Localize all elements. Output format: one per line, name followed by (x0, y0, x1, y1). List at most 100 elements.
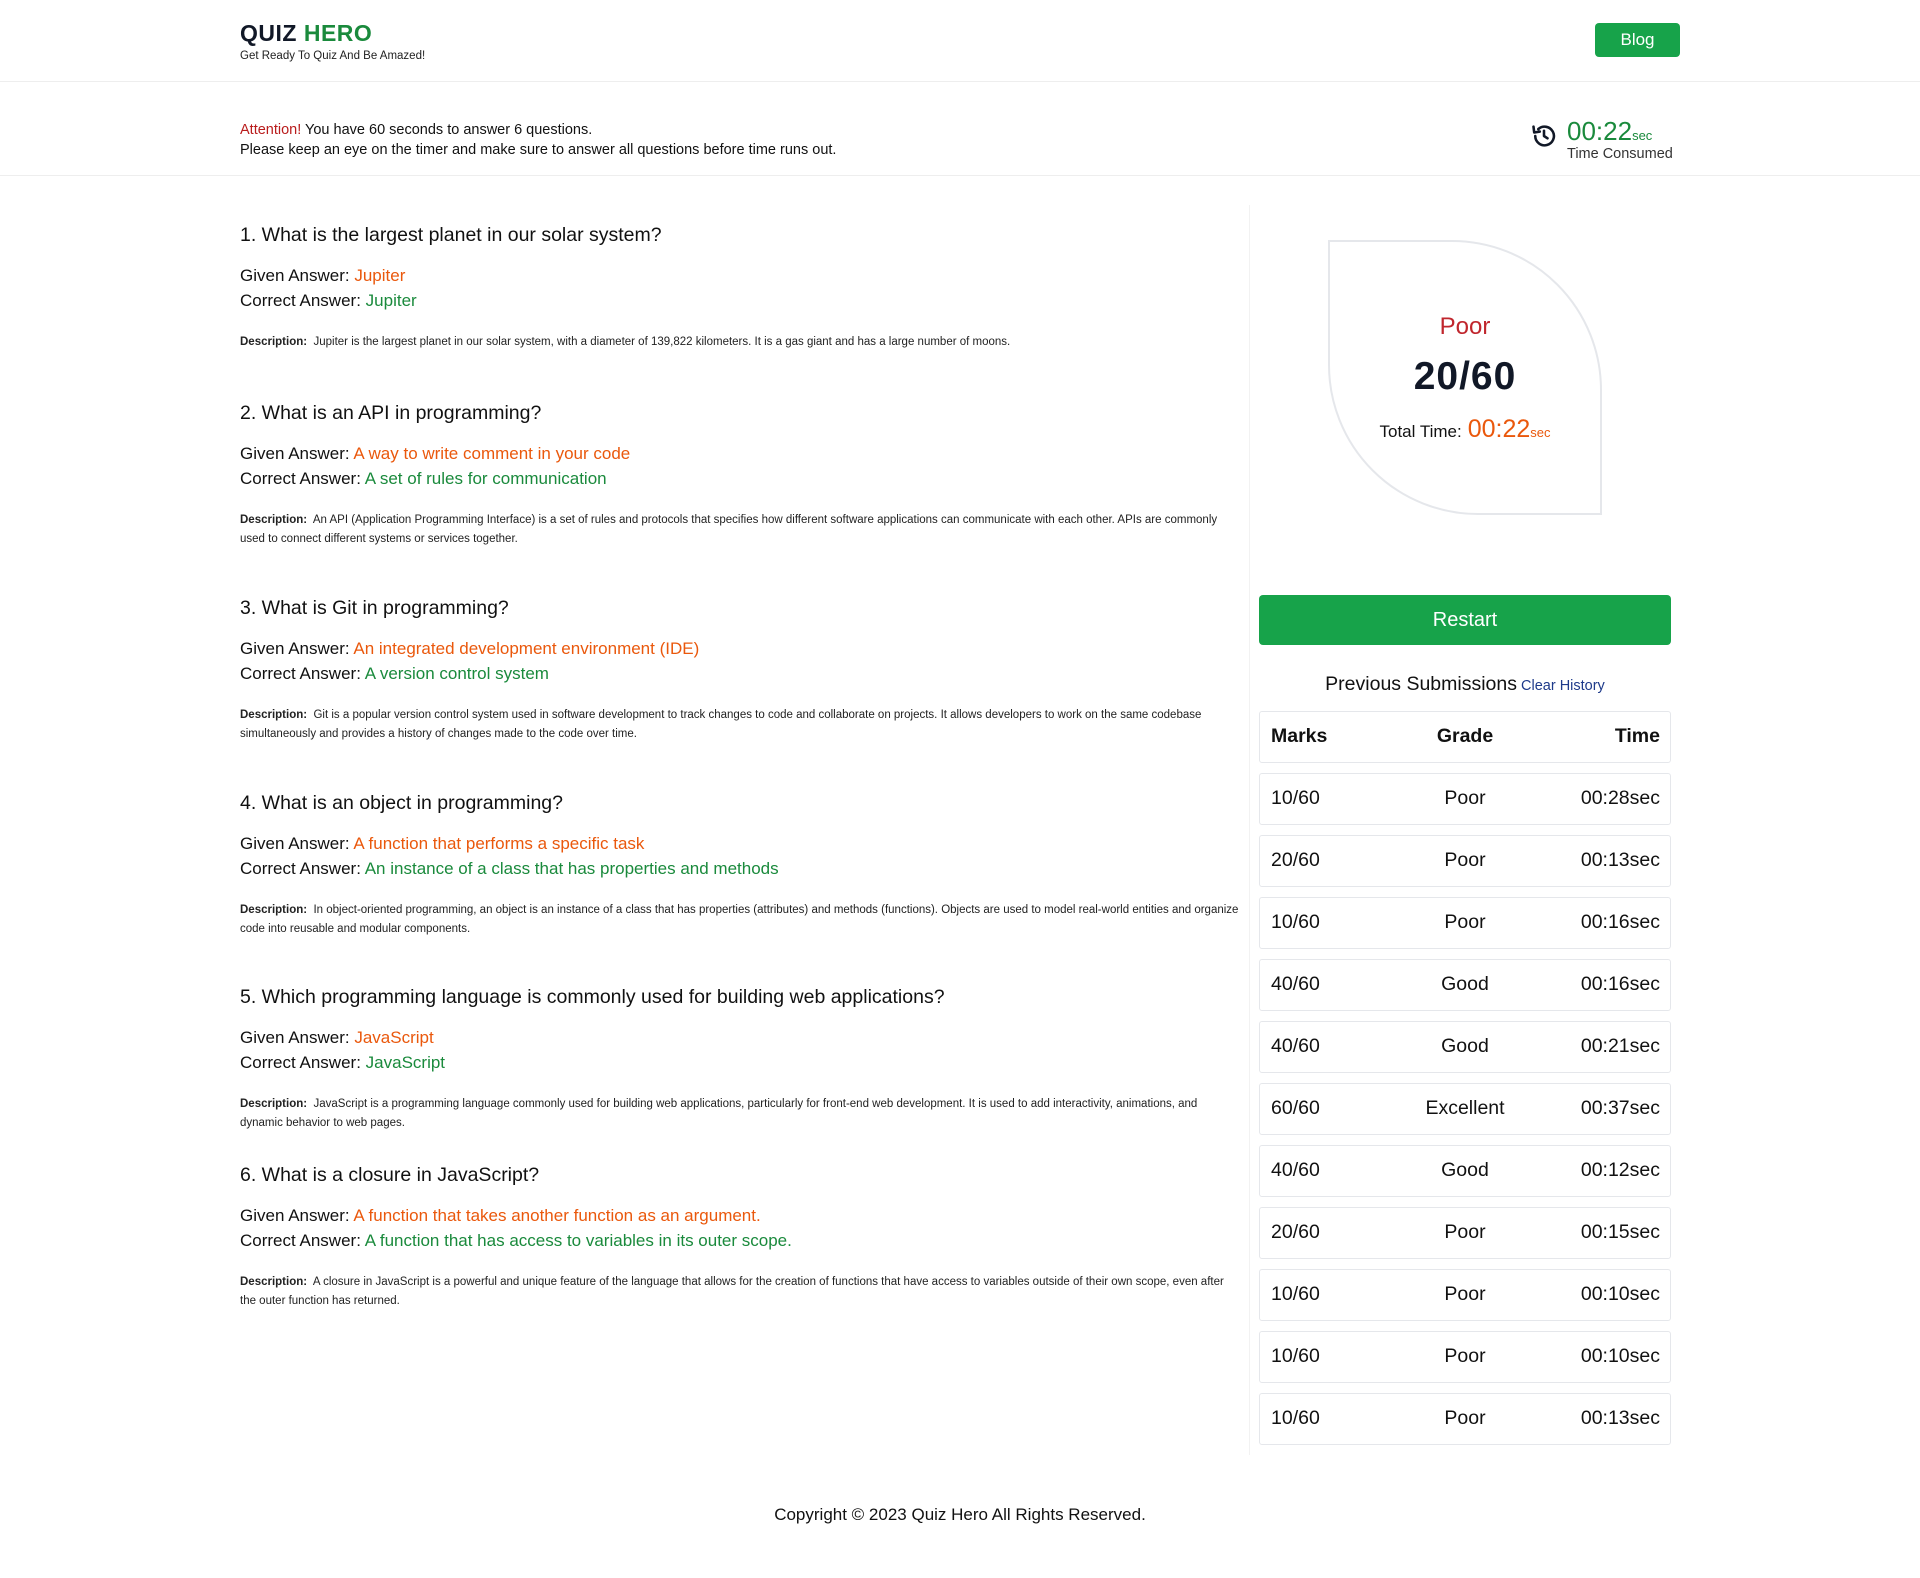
cell-time: 00:13sec (1580, 849, 1660, 871)
description-text: JavaScript is a programming language com… (240, 1098, 1198, 1129)
given-answer-row: Given Answer: JavaScript (240, 1025, 1240, 1050)
result-score: 20/60 (1413, 355, 1517, 398)
total-time-value: 00:22 (1467, 415, 1531, 443)
cell-marks: 40/60 (1271, 1159, 1320, 1181)
description-label: Description: (240, 336, 308, 348)
table-row: 10/60 Poor 00:10sec (1259, 1269, 1671, 1321)
timer-unit: sec (1632, 128, 1653, 143)
logo-word-hero: HERO (303, 20, 373, 46)
correct-answer-value: A set of rules for communication (364, 469, 607, 488)
given-answer-label: Given Answer: (240, 639, 354, 658)
table-header-row: Marks Grade Time (1259, 711, 1671, 763)
correct-answer-row: Correct Answer: A function that has acce… (240, 1228, 1240, 1253)
result-grade: Poor (1439, 313, 1491, 340)
question-answers: Given Answer: An integrated development … (240, 636, 1240, 686)
cell-grade: Poor (1444, 787, 1486, 809)
table-row: 10/60 Poor 00:13sec (1259, 1393, 1671, 1445)
description-text: An API (Application Programming Interfac… (240, 514, 1218, 545)
logo[interactable]: QUIZ HERO Get Ready To Quiz And Be Amaze… (240, 20, 425, 62)
question-answers: Given Answer: A way to write comment in … (240, 441, 1240, 491)
correct-answer-label: Correct Answer: (240, 664, 365, 683)
description-label: Description: (240, 1276, 308, 1288)
question-title: 6. What is a closure in JavaScript? (240, 1164, 540, 1186)
cell-time: 00:21sec (1580, 1035, 1660, 1057)
question-title: 3. What is Git in programming? (240, 597, 509, 619)
cell-marks: 20/60 (1271, 849, 1320, 871)
cell-marks: 10/60 (1271, 1283, 1320, 1305)
notice-text: Attention! You have 60 seconds to answer… (240, 120, 836, 160)
given-answer-label: Given Answer: (240, 834, 354, 853)
column-header-time: Time (1614, 725, 1660, 747)
table-row: 40/60 Good 00:12sec (1259, 1145, 1671, 1197)
given-answer-value: Jupiter (354, 266, 406, 285)
result-panel: Poor 20/60 Total Time: 00:22sec Restart P… (1249, 205, 1679, 1455)
clear-history-link[interactable]: Clear History (1521, 678, 1605, 694)
restart-button[interactable]: Restart (1259, 595, 1671, 645)
correct-answer-row: Correct Answer: A version control system (240, 661, 1240, 686)
question-description: Description: JavaScript is a programming… (240, 1095, 1240, 1133)
logo-title: QUIZ HERO (240, 20, 425, 46)
table-row: 60/60 Excellent 00:37sec (1259, 1083, 1671, 1135)
submissions-table: Marks Grade Time 10/60 Poor 00:28sec 20/60… (1259, 711, 1671, 1455)
question-answers: Given Answer: A function that performs a… (240, 831, 1240, 881)
description-text: A closure in JavaScript is a powerful an… (240, 1276, 1224, 1307)
correct-answer-value: A function that has access to variables … (364, 1231, 792, 1250)
cell-time: 00:16sec (1580, 973, 1660, 995)
cell-grade: Good (1441, 1159, 1489, 1181)
copyright-text: Copyright © 2023 Quiz Hero All Rights Re… (774, 1505, 1146, 1524)
cell-grade: Poor (1444, 849, 1486, 871)
question-answers: Given Answer: A function that takes anot… (240, 1203, 1240, 1253)
cell-time: 00:15sec (1580, 1221, 1660, 1243)
time-consumed: 00:22sec Time Consumed (1530, 116, 1680, 162)
previous-submissions-header: Previous Submissions Clear History (1250, 673, 1680, 696)
question-description: Description: A closure in JavaScript is … (240, 1273, 1240, 1311)
question-item: 6. What is a closure in JavaScript? Give… (240, 1162, 1240, 1340)
table-row: 20/60 Poor 00:15sec (1259, 1207, 1671, 1259)
cell-time: 00:16sec (1580, 911, 1660, 933)
attention-label: Attention! (240, 122, 302, 138)
correct-answer-row: Correct Answer: JavaScript (240, 1050, 1240, 1075)
given-answer-row: Given Answer: An integrated development … (240, 636, 1240, 661)
correct-answer-label: Correct Answer: (240, 1231, 365, 1250)
correct-answer-value: JavaScript (365, 1053, 446, 1072)
timer-digits: 00:22 (1567, 116, 1633, 146)
total-time: Total Time: 00:22sec (1330, 415, 1600, 444)
column-header-grade: Grade (1436, 725, 1494, 747)
given-answer-value: A function that performs a specific task (353, 834, 645, 853)
table-row: 10/60 Poor 00:28sec (1259, 773, 1671, 825)
correct-answer-label: Correct Answer: (240, 291, 366, 310)
cell-grade: Poor (1444, 911, 1486, 933)
correct-answer-label: Correct Answer: (240, 1053, 366, 1072)
blog-button[interactable]: Blog (1595, 23, 1680, 57)
notice-line-2: Please keep an eye on the timer and make… (240, 142, 837, 158)
footer: Copyright © 2023 Quiz Hero All Rights Re… (0, 1505, 1920, 1525)
table-row: 10/60 Poor 00:16sec (1259, 897, 1671, 949)
cell-marks: 10/60 (1271, 911, 1320, 933)
cell-time: 00:37sec (1580, 1097, 1660, 1119)
question-description: Description: Git is a popular version co… (240, 706, 1240, 744)
question-answers: Given Answer: JavaScript Correct Answer:… (240, 1025, 1240, 1075)
answers-review: 1. What is the largest planet in our sol… (240, 222, 1240, 1340)
question-item: 2. What is an API in programming? Given … (240, 400, 1240, 595)
given-answer-label: Given Answer: (240, 1028, 355, 1047)
given-answer-row: Given Answer: A function that takes anot… (240, 1203, 1240, 1228)
given-answer-row: Given Answer: Jupiter (240, 263, 1240, 288)
question-item: 1. What is the largest planet in our sol… (240, 222, 1240, 400)
description-text: In object-oriented programming, an objec… (240, 904, 1239, 935)
table-row: 40/60 Good 00:21sec (1259, 1021, 1671, 1073)
score-card: Poor 20/60 Total Time: 00:22sec (1328, 240, 1602, 515)
given-answer-value: A way to write comment in your code (353, 444, 631, 463)
question-title: 4. What is an object in programming? (240, 792, 563, 814)
description-text: Jupiter is the largest planet in our sol… (313, 336, 1011, 348)
given-answer-row: Given Answer: A way to write comment in … (240, 441, 1240, 466)
cell-time: 00:10sec (1580, 1283, 1660, 1305)
given-answer-label: Given Answer: (240, 266, 355, 285)
question-title: 1. What is the largest planet in our sol… (240, 224, 662, 246)
previous-submissions-title: Previous Submissions (1325, 673, 1518, 695)
column-header-marks: Marks (1271, 725, 1328, 747)
cell-marks: 10/60 (1271, 787, 1320, 809)
correct-answer-value: Jupiter (365, 291, 417, 310)
question-item: 4. What is an object in programming? Giv… (240, 790, 1240, 984)
question-description: Description: Jupiter is the largest plan… (240, 333, 1240, 352)
cell-time: 00:10sec (1580, 1345, 1660, 1367)
